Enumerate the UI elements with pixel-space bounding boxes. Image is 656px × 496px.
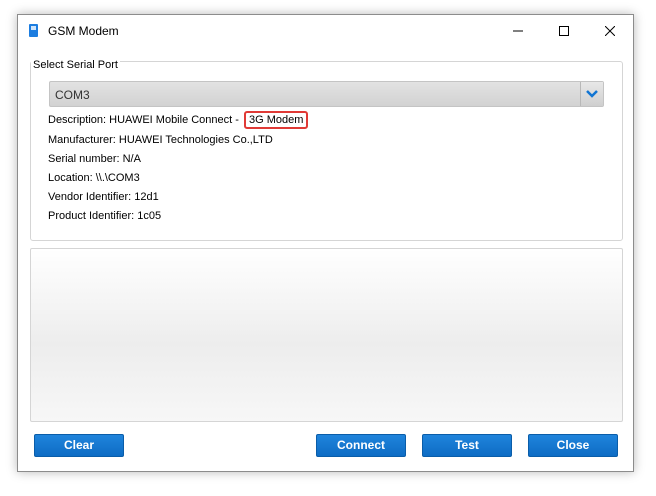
gsm-modem-window: GSM Modem Select Serial Port COM3 Descri… <box>17 14 634 472</box>
minimize-icon <box>513 30 523 32</box>
maximize-button[interactable] <box>541 15 587 47</box>
sim-card-icon <box>29 24 38 37</box>
chevron-down-icon <box>586 90 598 98</box>
description-text: Description: HUAWEI Mobile Connect - <box>48 114 242 126</box>
dropdown-button[interactable] <box>580 82 603 106</box>
title-bar[interactable]: GSM Modem <box>18 15 633 47</box>
test-button[interactable]: Test <box>422 434 512 457</box>
description-line: Description: HUAWEI Mobile Connect - 3G … <box>48 111 309 129</box>
vendor-id-line: Vendor Identifier: 12d1 <box>48 191 159 203</box>
product-id-line: Product Identifier: 1c05 <box>48 210 162 222</box>
clear-button[interactable]: Clear <box>34 434 124 457</box>
serial-port-select[interactable]: COM3 <box>49 81 604 107</box>
close-icon <box>605 26 615 36</box>
minimize-button[interactable] <box>495 15 541 47</box>
description-highlight: 3G Modem <box>244 111 309 129</box>
connect-button[interactable]: Connect <box>316 434 406 457</box>
close-window-button[interactable] <box>587 15 633 47</box>
serial-number-line: Serial number: N/A <box>48 153 141 165</box>
serial-port-group-label: Select Serial Port <box>31 59 120 71</box>
maximize-icon <box>559 26 569 36</box>
window-title: GSM Modem <box>48 24 119 38</box>
manufacturer-line: Manufacturer: HUAWEI Technologies Co.,LT… <box>48 134 273 146</box>
close-button[interactable]: Close <box>528 434 618 457</box>
selected-port: COM3 <box>55 88 90 102</box>
output-panel[interactable] <box>30 248 623 422</box>
location-line: Location: \\.\COM3 <box>48 172 140 184</box>
